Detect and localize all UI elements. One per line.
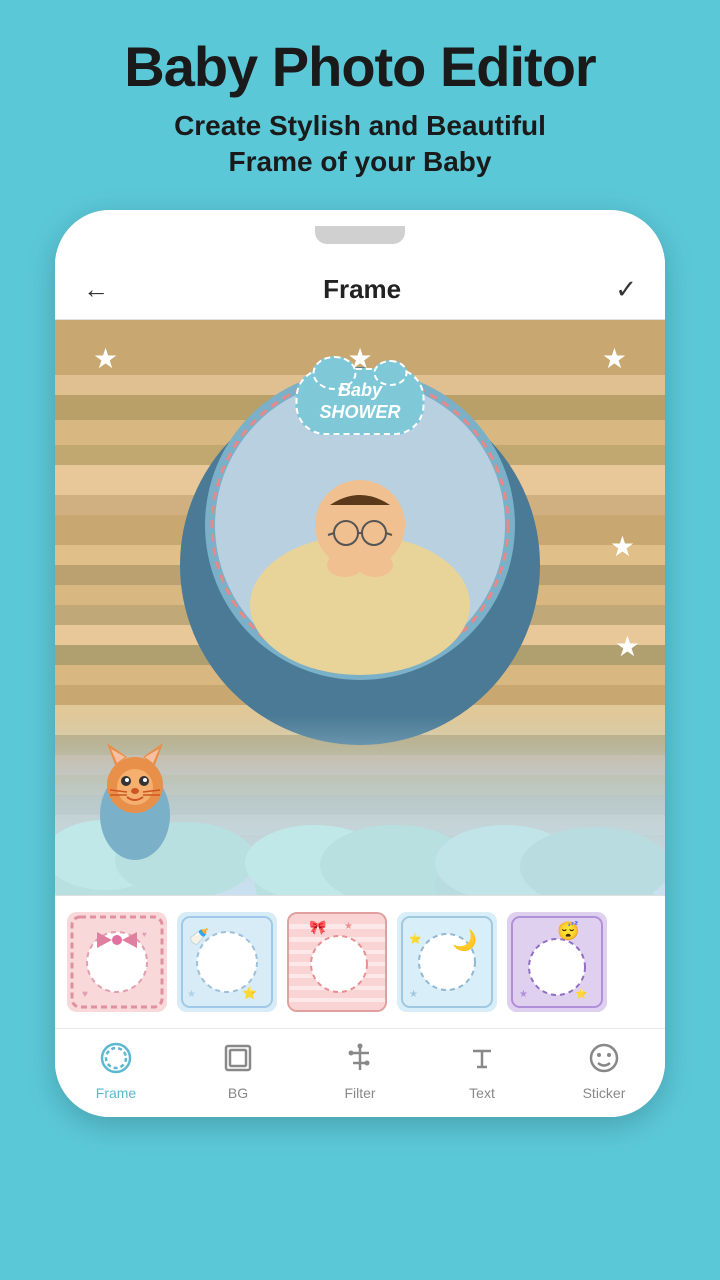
svg-text:😴: 😴: [557, 920, 579, 941]
frame-label: Frame: [96, 1085, 136, 1101]
nav-item-sticker[interactable]: Sticker: [564, 1041, 644, 1101]
photo-frame-area[interactable]: ★ ★ ★ ★ ★ Baby SHOWER: [55, 320, 665, 895]
fox-character-svg: [75, 735, 195, 865]
svg-text:🌙: 🌙: [452, 928, 477, 952]
nav-item-bg[interactable]: BG: [198, 1041, 278, 1101]
svg-text:⭐: ⭐: [409, 932, 421, 945]
star-icon-mr: ★: [610, 530, 635, 563]
svg-text:🍼: 🍼: [189, 927, 209, 946]
svg-text:⭐: ⭐: [575, 987, 587, 1000]
screen-title: Frame: [323, 274, 401, 305]
frame-thumbnail-2[interactable]: 🍼 ⭐ ★: [177, 912, 277, 1012]
app-content: ← Frame ✓ ★ ★ ★ ★ ★ Baby SHOWER: [55, 260, 665, 1117]
star-icon-tl: ★: [93, 342, 118, 375]
nav-bar: ← Frame ✓: [55, 260, 665, 320]
cloud-text: Baby SHOWER: [320, 380, 401, 423]
phone-top-bar: [55, 210, 665, 260]
frame-icon: [99, 1041, 133, 1081]
filter-icon: [343, 1041, 377, 1081]
svg-text:♥: ♥: [142, 930, 147, 939]
bottom-nav: Frame BG: [55, 1028, 665, 1117]
filter-label: Filter: [344, 1085, 375, 1101]
frame-thumbnail-3[interactable]: 🎀 ★: [287, 912, 387, 1012]
bg-label: BG: [228, 1085, 248, 1101]
bg-icon: [221, 1041, 255, 1081]
star-icon-tr: ★: [602, 342, 627, 375]
cloud-shape: Baby SHOWER: [296, 368, 425, 435]
frame-thumbnail-4[interactable]: 🌙 ⭐ ★: [397, 912, 497, 1012]
sticker-icon: [587, 1041, 621, 1081]
star-icon-br: ★: [615, 630, 640, 663]
text-label: Text: [469, 1085, 495, 1101]
cloud-tag: Baby SHOWER: [296, 368, 425, 435]
nav-item-text[interactable]: Text: [442, 1041, 522, 1101]
frame-bottom: [55, 715, 665, 895]
frame-thumbnail-5[interactable]: 😴 ★ ⭐: [507, 912, 607, 1012]
svg-text:🎀: 🎀: [309, 919, 326, 935]
text-icon: [465, 1041, 499, 1081]
app-subtitle: Create Stylish and BeautifulFrame of you…: [40, 108, 680, 181]
nav-item-filter[interactable]: Filter: [320, 1041, 400, 1101]
svg-text:★: ★: [409, 989, 418, 1000]
phone-notch: [315, 226, 405, 244]
sticker-label: Sticker: [583, 1085, 626, 1101]
back-button[interactable]: ←: [83, 274, 109, 305]
svg-text:⭐: ⭐: [242, 986, 257, 1000]
app-title: Baby Photo Editor: [40, 36, 680, 98]
app-header: Baby Photo Editor Create Stylish and Bea…: [0, 0, 720, 200]
frame-thumbnail-1[interactable]: ♥ ♥: [67, 912, 167, 1012]
confirm-button[interactable]: ✓: [615, 274, 637, 305]
thumbnail-strip: ♥ ♥ 🍼 ⭐ ★: [55, 895, 665, 1028]
svg-text:★: ★: [187, 989, 196, 1000]
phone-mockup: ← Frame ✓ ★ ★ ★ ★ ★ Baby SHOWER: [55, 210, 665, 1117]
nav-item-frame[interactable]: Frame: [76, 1041, 156, 1101]
svg-text:★: ★: [519, 989, 528, 1000]
scalloped-frame: [175, 380, 545, 750]
svg-text:♥: ♥: [82, 989, 88, 1000]
svg-text:★: ★: [344, 921, 353, 932]
